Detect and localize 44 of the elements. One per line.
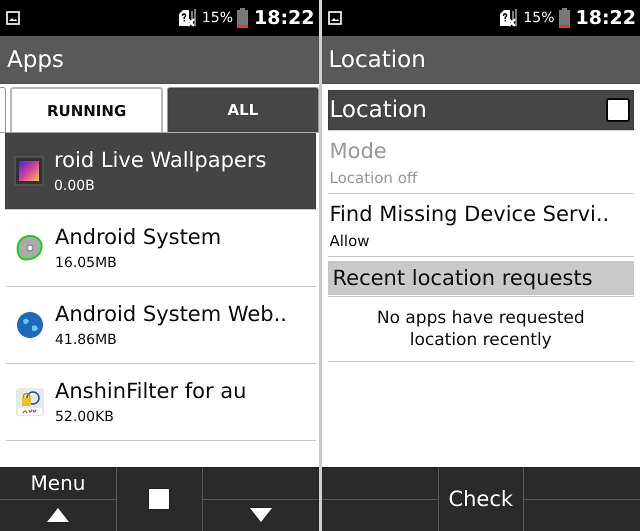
screen-title: Apps — [7, 47, 64, 73]
location-toggle-row[interactable]: Location — [328, 90, 634, 131]
app-list-item[interactable]: roid Live Wallpapers 0.00B — [5, 133, 316, 210]
screen-title: Location — [328, 47, 426, 73]
app-size: 41.86MB — [55, 332, 118, 348]
battery-icon — [237, 8, 248, 28]
app-name: Android System Web.. — [55, 302, 287, 326]
battery-percent: 15% — [202, 10, 234, 26]
checkbox[interactable] — [606, 98, 630, 122]
lock-globe-icon — [15, 387, 45, 417]
app-size: 0.00B — [54, 178, 96, 194]
down-arrow-icon — [250, 508, 272, 522]
stop-soft-key[interactable] — [116, 467, 202, 531]
clock: 18:22 — [254, 7, 314, 29]
setting-title: Find Missing Device Servi.. — [330, 202, 610, 226]
wallpaper-app-icon — [14, 156, 44, 186]
app-name: AnshinFilter for au — [55, 379, 246, 403]
globe-icon — [15, 310, 45, 340]
app-name: Android System — [55, 225, 222, 249]
check-soft-key[interactable]: Check — [438, 467, 524, 531]
up-arrow-icon — [47, 508, 69, 522]
battery-icon — [558, 8, 570, 28]
image-notification-icon — [6, 11, 20, 25]
app-name: roid Live Wallpapers — [54, 148, 266, 172]
setting-item[interactable]: Find Missing Device Servi.. Allow — [328, 194, 634, 257]
image-notification-icon — [328, 11, 342, 25]
app-size: 52.00KB — [55, 409, 115, 425]
no-sim-signal-icon — [497, 8, 520, 28]
battery-percent: 15% — [523, 10, 555, 26]
tab[interactable]: RUNNING — [10, 87, 164, 132]
app-list-item[interactable]: Android System Web.. 41.86MB — [6, 287, 316, 364]
toggle-label: Location — [330, 97, 427, 123]
section-title: Recent location requests — [332, 266, 593, 290]
setting-title: Mode — [330, 139, 388, 163]
app-size: 16.05MB — [55, 255, 118, 271]
app-list-item[interactable]: AnshinFilter for au 52.00KB — [6, 364, 316, 441]
stop-icon — [149, 489, 170, 509]
app-list-item[interactable]: Android System 16.05MB — [6, 210, 316, 287]
empty-message: No apps have requested location recently — [376, 307, 586, 352]
clock: 18:22 — [576, 7, 636, 29]
setting-summary: Allow — [330, 232, 371, 250]
cut-off-tab[interactable] — [0, 87, 6, 132]
setting-summary: Location off — [330, 169, 418, 187]
tab[interactable]: ALL — [167, 87, 318, 132]
